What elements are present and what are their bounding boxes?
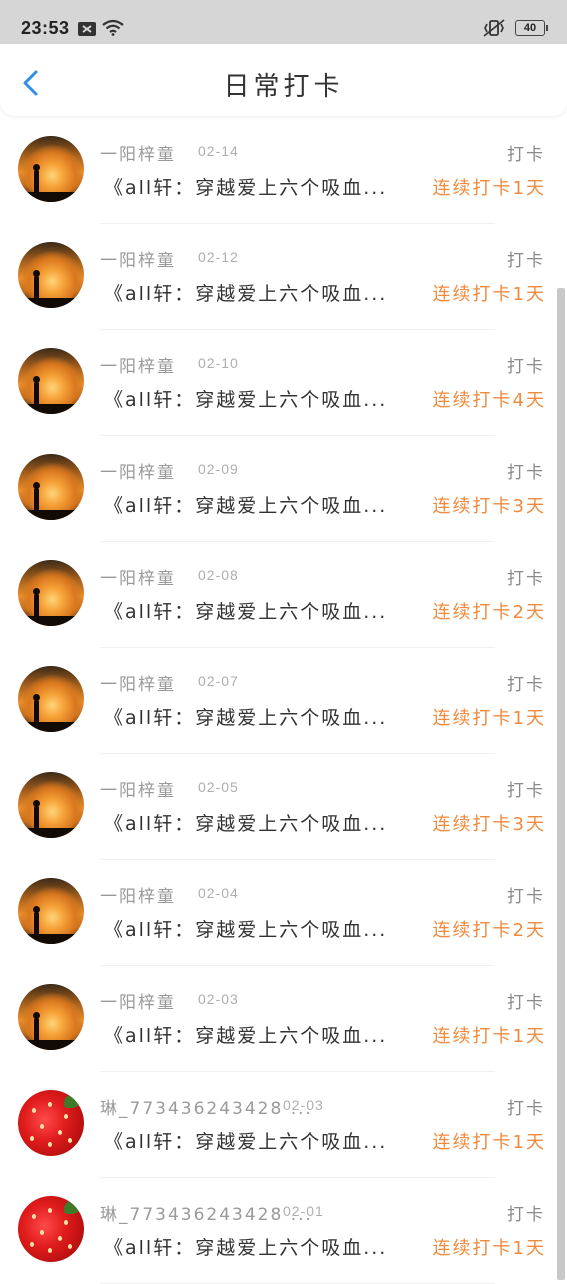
checkin-date: 02-03 [198,991,239,1007]
status-time: 23:53 [21,18,70,38]
avatar[interactable] [18,1196,84,1262]
checkin-date: 02-14 [198,143,239,159]
list-item[interactable]: 一阳梓童 02-12 打卡《all轩：穿越爱上六个吸血... 连续打卡1天 [0,224,567,330]
avatar[interactable] [18,878,84,944]
checkin-label: 打卡 [507,781,545,801]
book-title: 《all轩：穿越爱上六个吸血... [104,919,388,941]
page-title: 日常打卡 [223,72,344,102]
book-title: 《all轩：穿越爱上六个吸血... [104,1237,388,1259]
book-title: 《all轩：穿越爱上六个吸血... [104,1025,388,1047]
avatar[interactable] [18,454,84,520]
user-name: 一阳梓童 [100,887,176,907]
list-item[interactable]: 琳_773436243428 ... 02-03 打卡《all轩：穿越爱上六个吸血.… [0,1072,567,1178]
streak-badge: 连续打卡2天 [432,920,546,941]
avatar[interactable] [18,666,84,732]
checkin-label: 打卡 [507,145,545,165]
user-name: 一阳梓童 [100,357,176,377]
checkin-date: 02-09 [198,461,239,477]
streak-badge: 连续打卡2天 [432,602,546,623]
streak-badge: 连续打卡1天 [432,178,546,199]
book-title: 《all轩：穿越爱上六个吸血... [104,707,388,729]
book-title: 《all轩：穿越爱上六个吸血... [104,1131,388,1153]
avatar[interactable] [18,136,84,202]
user-name: 一阳梓童 [100,251,176,271]
avatar[interactable] [18,984,84,1050]
avatar[interactable] [18,772,84,838]
avatar[interactable] [18,242,84,308]
checkin-label: 打卡 [507,251,545,271]
app-header: 日常打卡 [0,44,567,116]
user-name: 一阳梓童 [100,781,176,801]
vibrate-mode-icon [482,19,506,41]
checkin-label: 打卡 [507,887,545,907]
checkin-date: 02-03 [283,1097,324,1113]
status-bar: 23:53 40 [0,0,567,44]
list-item[interactable]: 一阳梓童 02-03 打卡《all轩：穿越爱上六个吸血... 连续打卡1天 [0,966,567,1072]
checkin-date: 02-07 [198,673,239,689]
list-item[interactable]: 一阳梓童 02-09 打卡《all轩：穿越爱上六个吸血... 连续打卡3天 [0,436,567,542]
user-name: 琳_773436243428 ... [100,1205,313,1225]
checkin-date: 02-01 [283,1203,324,1219]
streak-badge: 连续打卡4天 [432,390,546,411]
streak-badge: 连续打卡1天 [432,1132,546,1153]
streak-badge: 连续打卡1天 [432,1026,546,1047]
list-item[interactable]: 一阳梓童 02-08 打卡《all轩：穿越爱上六个吸血... 连续打卡2天 [0,542,567,648]
streak-badge: 连续打卡1天 [432,284,546,305]
checkin-label: 打卡 [507,675,545,695]
user-name: 琳_773436243428 ... [100,1099,313,1119]
checkin-date: 02-05 [198,779,239,795]
streak-badge: 连续打卡3天 [432,496,546,517]
streak-badge: 连续打卡1天 [432,708,546,729]
notification-icon [78,21,96,40]
book-title: 《all轩：穿越爱上六个吸血... [104,389,388,411]
list-item[interactable]: 一阳梓童 02-07 打卡《all轩：穿越爱上六个吸血... 连续打卡1天 [0,648,567,754]
checkin-date: 02-10 [198,355,239,371]
list-item[interactable]: 琳_773436243428 ... 02-01 打卡《all轩：穿越爱上六个吸血.… [0,1178,567,1284]
list-item[interactable]: 一阳梓童 02-05 打卡《all轩：穿越爱上六个吸血... 连续打卡3天 [0,754,567,860]
checkin-label: 打卡 [507,1099,545,1119]
book-title: 《all轩：穿越爱上六个吸血... [104,813,388,835]
list-item[interactable]: 一阳梓童 02-10 打卡《all轩：穿越爱上六个吸血... 连续打卡4天 [0,330,567,436]
checkin-label: 打卡 [507,357,545,377]
list-item[interactable]: 一阳梓童 02-04 打卡《all轩：穿越爱上六个吸血... 连续打卡2天 [0,860,567,966]
book-title: 《all轩：穿越爱上六个吸血... [104,177,388,199]
streak-badge: 连续打卡1天 [432,1238,546,1259]
user-name: 一阳梓童 [100,675,176,695]
checkin-label: 打卡 [507,1205,545,1225]
book-title: 《all轩：穿越爱上六个吸血... [104,283,388,305]
battery-indicator: 40 [515,20,548,36]
wifi-icon [102,19,124,40]
checkin-list: 一阳梓童 02-14 打卡 《all轩：穿越爱上六个吸血... 连续打卡1天 一阳梓童 02… [0,118,567,1284]
checkin-date: 02-08 [198,567,239,583]
checkin-label: 打卡 [507,993,545,1013]
avatar[interactable] [18,1090,84,1156]
user-name: 一阳梓童 [100,569,176,589]
book-title: 《all轩：穿越爱上六个吸血... [104,495,388,517]
user-name: 一阳梓童 [100,145,176,165]
list-item[interactable]: 一阳梓童 02-14 打卡《all轩：穿越爱上六个吸血... 连续打卡1天 [0,118,567,224]
avatar[interactable] [18,560,84,626]
checkin-label: 打卡 [507,463,545,483]
user-name: 一阳梓童 [100,993,176,1013]
user-name: 一阳梓童 [100,463,176,483]
scrollbar[interactable] [557,288,565,1280]
streak-badge: 连续打卡3天 [432,814,546,835]
checkin-date: 02-04 [198,885,239,901]
checkin-date: 02-12 [198,249,239,265]
avatar[interactable] [18,348,84,414]
book-title: 《all轩：穿越爱上六个吸血... [104,601,388,623]
checkin-label: 打卡 [507,569,545,589]
